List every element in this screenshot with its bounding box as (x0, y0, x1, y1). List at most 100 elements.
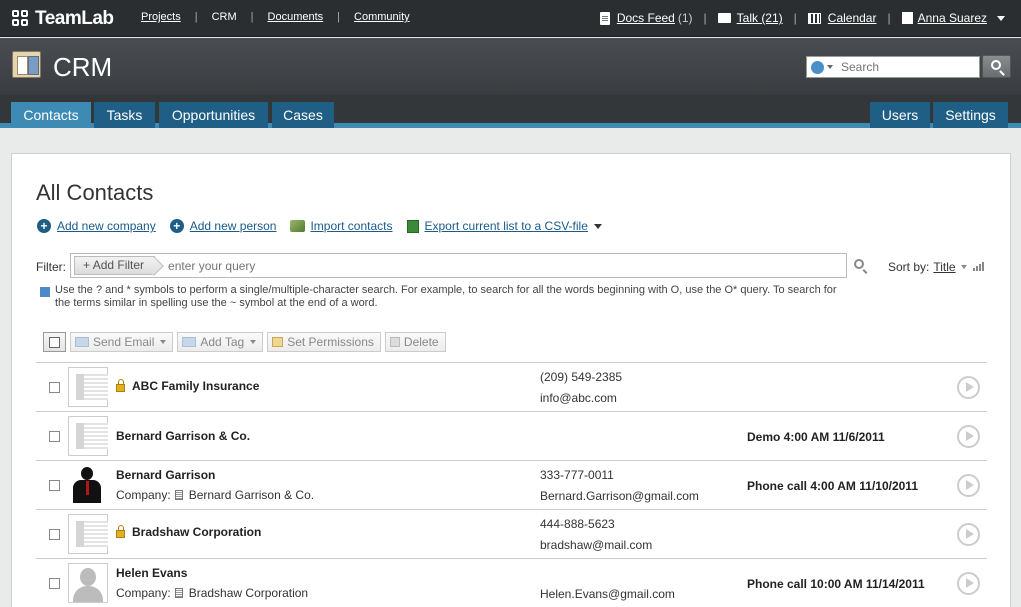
play-circle-icon[interactable] (957, 425, 980, 448)
contact-actions: + Add new company + Add new person Impor… (37, 219, 616, 233)
tab-bar: Contacts Tasks Opportunities Cases Users… (0, 95, 1021, 128)
contact-name[interactable]: Bernard Garrison & Co. (116, 429, 250, 443)
play-circle-icon[interactable] (957, 376, 980, 399)
nav-documents[interactable]: Documents (268, 11, 324, 23)
add-company-action[interactable]: + Add new company (37, 219, 156, 233)
search-icon[interactable] (854, 259, 864, 269)
user-name: Anna Suarez (917, 11, 987, 25)
building-icon (174, 490, 183, 500)
plus-circle-icon: + (37, 219, 51, 233)
nav-crm[interactable]: CRM (212, 11, 237, 23)
search-hint-line-1: Use the ? and * symbols to perform a sin… (55, 284, 837, 296)
logo-text: TeamLab (35, 8, 114, 29)
contact-name[interactable]: Bradshaw Corporation (116, 524, 262, 539)
search-box[interactable] (806, 56, 980, 78)
contact-name[interactable]: ABC Family Insurance (116, 378, 259, 393)
export-action[interactable]: Export current list to a CSV-file (406, 219, 602, 233)
import-contacts-link[interactable]: Import contacts (310, 219, 392, 233)
export-csv-link[interactable]: Export current list to a CSV-file (425, 219, 588, 233)
contact-email[interactable]: bradshaw@mail.com (540, 538, 652, 552)
next-task[interactable]: Phone call 10:00 AM 11/14/2011 (747, 577, 925, 591)
globe-icon[interactable] (811, 60, 824, 74)
nav-projects[interactable]: Projects (141, 11, 181, 23)
contact-email[interactable]: info@abc.com (540, 391, 617, 405)
sort-control: Sort by: Title (888, 260, 985, 274)
permissions-lock-icon (272, 337, 284, 347)
next-task[interactable]: Demo 4:00 AM 11/6/2011 (747, 430, 885, 444)
add-person-link[interactable]: Add new person (190, 219, 277, 233)
company-name[interactable]: Bradshaw Corporation (189, 586, 308, 600)
send-email-button[interactable]: Send Email (70, 332, 174, 352)
plus-circle-icon: + (169, 219, 184, 233)
tab-contacts[interactable]: Contacts (11, 102, 91, 128)
tab-cases[interactable]: Cases (272, 102, 334, 128)
select-all-checkbox[interactable] (43, 332, 66, 352)
send-email-label: Send Email (93, 335, 155, 349)
chevron-down-icon[interactable] (960, 265, 967, 269)
user-menu[interactable]: Anna Suarez (901, 11, 1005, 25)
play-circle-icon[interactable] (957, 474, 980, 497)
next-task[interactable]: Phone call 4:00 AM 11/10/2011 (747, 479, 918, 493)
top-bar: TeamLab Projects | CRM | Documents | Com… (0, 0, 1021, 37)
tab-opportunities[interactable]: Opportunities (159, 102, 268, 128)
filter-label: Filter: (36, 260, 66, 274)
sort-field-select[interactable]: Title (933, 260, 955, 274)
calendar-link[interactable]: Calendar (807, 11, 876, 25)
sort-order-icon[interactable] (972, 262, 985, 271)
person-avatar-icon[interactable] (68, 563, 108, 603)
company-avatar-icon[interactable] (68, 416, 108, 456)
contact-row[interactable]: Bernard Garrison & Co. Demo 4:00 AM 11/6… (36, 411, 987, 460)
contact-row[interactable]: ABC Family Insurance (209) 549-2385 info… (36, 362, 987, 411)
calendar-icon (807, 12, 821, 24)
contact-name-label: Bradshaw Corporation (132, 525, 262, 539)
add-person-action[interactable]: + Add new person (169, 219, 277, 233)
person-photo-avatar[interactable] (68, 465, 108, 505)
row-checkbox[interactable] (49, 382, 60, 393)
company-name[interactable]: Bernard Garrison & Co. (189, 488, 314, 502)
play-circle-icon[interactable] (957, 572, 980, 595)
contact-name[interactable]: Helen Evans (116, 566, 187, 580)
contact-email[interactable]: Bernard.Garrison@gmail.com (540, 489, 699, 503)
tab-users[interactable]: Users (870, 102, 930, 128)
tag-icon (182, 337, 197, 347)
info-icon (40, 287, 50, 297)
docs-feed-link[interactable]: Docs Feed (1) (599, 11, 693, 25)
play-circle-icon[interactable] (957, 523, 980, 546)
chevron-down-icon[interactable] (997, 15, 1005, 21)
talk-label: Talk (21) (736, 11, 783, 25)
excel-icon (406, 219, 419, 233)
search-input[interactable] (841, 60, 961, 74)
nav-community[interactable]: Community (354, 11, 410, 23)
row-checkbox[interactable] (49, 529, 60, 540)
add-filter-button[interactable]: + Add Filter (74, 256, 156, 275)
contacts-panel: All Contacts + Add new company + Add new… (11, 153, 1011, 607)
contact-name[interactable]: Bernard Garrison (116, 468, 215, 482)
company-avatar-icon[interactable] (68, 514, 108, 554)
building-icon (174, 588, 183, 598)
add-company-link[interactable]: Add new company (57, 219, 156, 233)
search-button[interactable] (982, 55, 1011, 78)
talk-link[interactable]: Talk (21) (717, 11, 783, 25)
contact-row[interactable]: Helen Evans Company: Bradshaw Corporatio… (36, 558, 987, 607)
company-avatar-icon[interactable] (68, 367, 108, 407)
search-scope-dropdown-icon[interactable] (827, 65, 833, 69)
row-checkbox[interactable] (49, 480, 60, 491)
set-permissions-button[interactable]: Set Permissions (267, 332, 381, 352)
import-action[interactable]: Import contacts (290, 219, 393, 233)
teamlab-logo[interactable]: TeamLab (12, 8, 114, 30)
contact-row[interactable]: Bernard Garrison Company: Bernard Garris… (36, 460, 987, 509)
contact-row[interactable]: Bradshaw Corporation 444-888-5623 bradsh… (36, 509, 987, 558)
separator: | (793, 11, 797, 25)
contact-email[interactable]: Helen.Evans@gmail.com (540, 587, 675, 601)
tab-settings[interactable]: Settings (933, 102, 1008, 128)
lock-icon (116, 524, 125, 538)
lock-icon (116, 378, 125, 392)
row-checkbox[interactable] (49, 578, 60, 589)
chevron-down-icon[interactable] (593, 223, 602, 229)
filter-query-input[interactable] (168, 258, 769, 273)
row-checkbox[interactable] (49, 431, 60, 442)
delete-button[interactable]: Delete (384, 332, 446, 352)
tab-tasks[interactable]: Tasks (94, 102, 155, 128)
add-tag-button[interactable]: Add Tag (177, 332, 264, 352)
add-filter-label: Add Filter (92, 258, 145, 272)
